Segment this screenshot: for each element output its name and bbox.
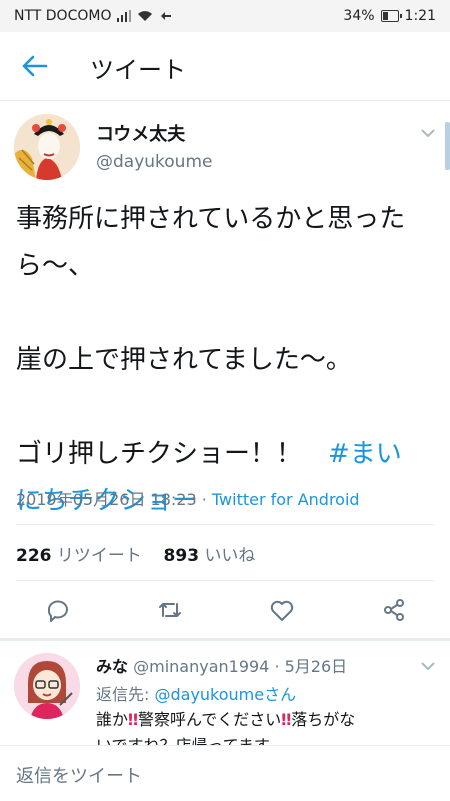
replying-to-link[interactable]: @dayukoumeさん bbox=[154, 685, 296, 704]
battery-percent: 34% bbox=[343, 8, 375, 24]
reply-bar: 返信をツイート bbox=[0, 745, 450, 801]
replying-to: 返信先: @dayukoumeさん bbox=[96, 681, 296, 705]
retweet-count[interactable]: 226 bbox=[16, 546, 52, 566]
app-header: ツイート bbox=[0, 32, 450, 101]
tweet-line: ら〜、 bbox=[16, 251, 95, 281]
tweet-line: 崖の上で押されてました〜。 bbox=[16, 345, 352, 375]
reply-display-name[interactable]: みな bbox=[96, 657, 128, 676]
double-exclamation-icon: ‼ bbox=[281, 710, 292, 729]
like-count[interactable]: 893 bbox=[164, 546, 200, 566]
display-name[interactable]: コウメ太夫 bbox=[96, 120, 185, 146]
hashtag-link[interactable]: #まい bbox=[328, 439, 402, 469]
share-icon[interactable] bbox=[380, 596, 408, 624]
status-bar: NTT DOCOMO 34% 1:21 bbox=[0, 0, 450, 32]
source-link[interactable]: Twitter for Android bbox=[212, 490, 360, 509]
reply-input[interactable]: 返信をツイート bbox=[16, 762, 142, 788]
reply-text: 誰か‼警察呼んでください‼落ちがな いですね？店帰ってます bbox=[96, 707, 436, 745]
clock: 1:21 bbox=[404, 8, 436, 24]
chevron-down-icon[interactable] bbox=[420, 661, 436, 671]
scrollbar[interactable] bbox=[445, 122, 450, 170]
divider bbox=[16, 580, 434, 581]
avatar[interactable] bbox=[14, 114, 80, 180]
replying-to-prefix: 返信先: bbox=[96, 685, 155, 704]
timestamp: 2019年05月26日 18:23 · bbox=[16, 490, 212, 509]
tweet-meta: 2019年05月26日 18:23 · Twitter for Android bbox=[16, 486, 360, 510]
reply-text-line2: いですね？店帰ってます bbox=[96, 736, 270, 745]
avatar-image bbox=[14, 114, 80, 180]
page-title: ツイート bbox=[90, 56, 186, 84]
signal-icon bbox=[117, 10, 132, 22]
tweet-line: ゴリ押しチクショー！！ bbox=[16, 439, 329, 469]
heart-icon[interactable] bbox=[268, 596, 296, 624]
like-label[interactable]: いいね bbox=[204, 546, 255, 566]
wifi-icon bbox=[138, 11, 153, 21]
status-left: NTT DOCOMO bbox=[14, 8, 173, 24]
user-handle[interactable]: @dayukoume bbox=[96, 152, 212, 172]
tweet-text: 事務所に押されているかと思った ら〜、 崖の上で押されてました〜。 ゴリ押しチク… bbox=[16, 196, 436, 525]
tweet-line: 事務所に押されているかと思った bbox=[16, 204, 406, 234]
battery-icon bbox=[380, 10, 402, 22]
data-transfer-icon bbox=[161, 12, 172, 20]
reply-icon[interactable] bbox=[43, 596, 71, 624]
chevron-down-icon[interactable] bbox=[420, 128, 436, 138]
avatar[interactable] bbox=[14, 653, 80, 719]
reply-text-a: 誰か bbox=[96, 710, 129, 729]
reply-text-c: 落ちがな bbox=[291, 710, 356, 729]
reply-handle-date[interactable]: @minanyan1994 · 5月26日 bbox=[133, 657, 347, 676]
divider bbox=[16, 524, 434, 525]
reply-text-b: 警察呼んでください bbox=[138, 710, 282, 729]
tweet-line-with-hashtag: ゴリ押しチクショー！！ #まい bbox=[16, 431, 436, 478]
tweet-stats: 226 リツイート 893 いいね bbox=[16, 541, 255, 566]
status-right: 34% 1:21 bbox=[343, 8, 436, 24]
avatar-image bbox=[14, 653, 80, 719]
reply-tweet[interactable]: みな @minanyan1994 · 5月26日 返信先: @dayukoume… bbox=[0, 641, 450, 745]
carrier-label: NTT DOCOMO bbox=[14, 8, 112, 24]
tweet-actions bbox=[0, 592, 450, 628]
reply-header: みな @minanyan1994 · 5月26日 bbox=[96, 653, 347, 677]
retweet-icon[interactable] bbox=[156, 596, 184, 624]
arrow-left-icon[interactable] bbox=[20, 52, 50, 80]
double-exclamation-icon: ‼ bbox=[128, 710, 139, 729]
retweet-label[interactable]: リツイート bbox=[57, 546, 142, 566]
